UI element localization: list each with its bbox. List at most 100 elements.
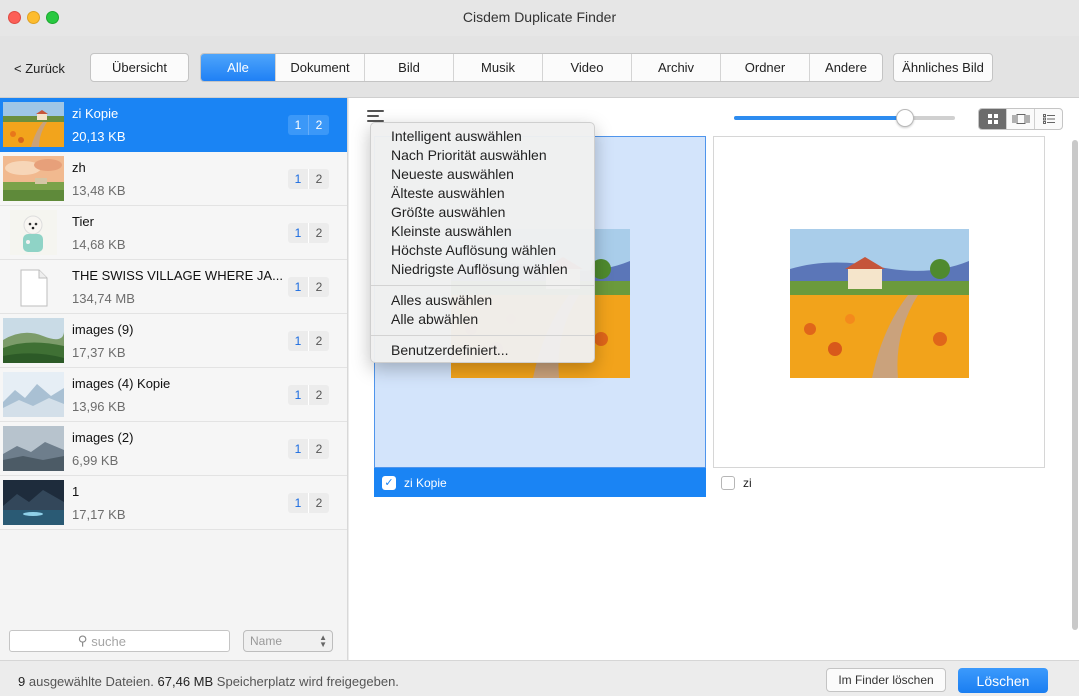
- file-size: 13,96 KB: [72, 399, 126, 414]
- menu-item-newest[interactable]: Neueste auswählen: [371, 165, 594, 184]
- file-size: 14,68 KB: [72, 237, 126, 252]
- toolbar: < Zurück Übersicht Alle Dokument Bild Mu…: [0, 36, 1079, 98]
- tab-musik[interactable]: Musik: [454, 54, 543, 81]
- file-size: 13,48 KB: [72, 183, 126, 198]
- duplicate-count-badge: 12: [288, 169, 329, 189]
- duplicate-count-badge: 12: [288, 439, 329, 459]
- title-bar: Cisdem Duplicate Finder: [0, 0, 1079, 36]
- search-field[interactable]: ⚲: [9, 630, 230, 652]
- menu-item-smallest[interactable]: Kleinste auswählen: [371, 222, 594, 241]
- file-name: images (4) Kopie: [72, 376, 171, 391]
- menu-item-lowest-resolution[interactable]: Niedrigste Auflösung wählen: [371, 260, 594, 279]
- list-item[interactable]: Tier 14,68 KB 12: [0, 206, 347, 260]
- list-item[interactable]: images (2) 6,99 KB 12: [0, 422, 347, 476]
- freed-space: 67,46 MB: [157, 674, 214, 689]
- status-bar: 9 ausgewählte Dateien. 67,46 MB Speicher…: [0, 660, 1079, 696]
- menu-item-priority[interactable]: Nach Priorität auswählen: [371, 146, 594, 165]
- menu-item-intelligent[interactable]: Intelligent auswählen: [371, 127, 594, 146]
- list-item[interactable]: images (4) Kopie 13,96 KB 12: [0, 368, 347, 422]
- card-caption: zi: [713, 468, 1045, 497]
- freed-space-label: Speicherplatz wird freigegeben.: [216, 674, 399, 689]
- menu-item-select-all[interactable]: Alles auswählen: [371, 291, 594, 310]
- card-file-name: zi: [743, 475, 752, 490]
- grid-view-icon[interactable]: [979, 109, 1007, 129]
- misty-mountains-icon: [3, 372, 64, 417]
- minimize-window-button[interactable]: [27, 11, 40, 24]
- close-window-button[interactable]: [8, 11, 21, 24]
- tab-dokument[interactable]: Dokument: [276, 54, 365, 81]
- file-name: zi Kopie: [72, 106, 119, 121]
- slider-fill: [734, 116, 902, 120]
- search-input[interactable]: [91, 633, 162, 649]
- menu-item-deselect-all[interactable]: Alle abwählen: [371, 310, 594, 329]
- menu-item-highest-resolution[interactable]: Höchste Auflösung wählen: [371, 241, 594, 260]
- menu-item-custom[interactable]: Benutzerdefiniert...: [371, 341, 594, 360]
- file-name: zh: [72, 160, 86, 175]
- preview-image: [790, 229, 969, 378]
- file-name: images (2): [72, 430, 134, 445]
- file-size: 17,37 KB: [72, 345, 126, 360]
- menu-item-oldest[interactable]: Älteste auswählen: [371, 184, 594, 203]
- card-file-name: zi Kopie: [404, 475, 447, 490]
- duplicate-count-badge: 12: [288, 115, 329, 135]
- document-icon: [20, 269, 48, 307]
- file-name: images (9): [72, 322, 134, 337]
- list-view-icon[interactable]: [1035, 109, 1062, 129]
- sort-select[interactable]: Name ▲ ▼: [243, 630, 333, 652]
- tab-video[interactable]: Video: [543, 54, 632, 81]
- list-item[interactable]: images (9) 17,37 KB 12: [0, 314, 347, 368]
- sort-value: Name: [250, 634, 283, 648]
- tab-bild[interactable]: Bild: [365, 54, 454, 81]
- duplicate-count-badge: 12: [288, 493, 329, 513]
- file-name: Tier: [72, 214, 94, 229]
- tab-archiv[interactable]: Archiv: [632, 54, 721, 81]
- tab-andere[interactable]: Andere: [810, 54, 882, 81]
- overview-button[interactable]: Übersicht: [90, 53, 189, 82]
- scrollbar-thumb[interactable]: [1072, 140, 1078, 630]
- menu-item-largest[interactable]: Größte auswählen: [371, 203, 594, 222]
- dog-icon: [10, 210, 57, 255]
- list-item[interactable]: 1 17,17 KB 12: [0, 476, 347, 530]
- status-text: 9 ausgewählte Dateien. 67,46 MB Speicher…: [18, 674, 399, 689]
- menu-separator: [371, 285, 594, 286]
- carousel-view-icon[interactable]: [1007, 109, 1035, 129]
- list-item[interactable]: zi Kopie 20,13 KB 12: [0, 98, 347, 152]
- delete-button[interactable]: Löschen: [958, 668, 1048, 693]
- similar-image-button[interactable]: Ähnliches Bild: [893, 53, 993, 82]
- thumbnail-size-slider[interactable]: [734, 109, 955, 127]
- zoom-window-button[interactable]: [46, 11, 59, 24]
- back-button[interactable]: < Zurück: [14, 61, 65, 76]
- category-tabs: Alle Dokument Bild Musik Video Archiv Or…: [200, 53, 883, 82]
- mountains-icon: [3, 426, 64, 471]
- file-name: 1: [72, 484, 80, 499]
- file-name: THE SWISS VILLAGE WHERE JA...: [72, 268, 282, 283]
- list-item[interactable]: zh 13,48 KB 12: [0, 152, 347, 206]
- duplicate-count-badge: 12: [288, 277, 329, 297]
- preview-card[interactable]: [713, 136, 1045, 468]
- file-size: 20,13 KB: [72, 129, 126, 144]
- checkbox-unchecked[interactable]: [721, 475, 735, 490]
- slider-knob[interactable]: [896, 109, 914, 127]
- tab-ordner[interactable]: Ordner: [721, 54, 810, 81]
- scrollbar[interactable]: [1071, 138, 1079, 630]
- hills-icon: [3, 318, 64, 363]
- delete-in-finder-button[interactable]: Im Finder löschen: [826, 668, 946, 692]
- duplicate-count-badge: 12: [288, 385, 329, 405]
- duplicate-count-badge: 12: [288, 223, 329, 243]
- search-icon: ⚲: [77, 633, 88, 648]
- night-lake-icon: [3, 480, 64, 525]
- landscape-flowers-icon: [3, 102, 64, 147]
- file-size: 17,17 KB: [72, 507, 126, 522]
- card-caption: ✓ zi Kopie: [374, 468, 706, 497]
- selected-label: ausgewählte Dateien.: [28, 674, 154, 689]
- checkbox-checked[interactable]: ✓: [382, 475, 396, 490]
- file-size: 134,74 MB: [72, 291, 135, 306]
- duplicate-count-badge: 12: [288, 331, 329, 351]
- window-title: Cisdem Duplicate Finder: [462, 9, 617, 25]
- menu-separator: [371, 335, 594, 336]
- tab-alle[interactable]: Alle: [201, 54, 276, 81]
- view-mode-switch: [978, 108, 1063, 130]
- file-size: 6,99 KB: [72, 453, 119, 468]
- list-item[interactable]: THE SWISS VILLAGE WHERE JA... 134,74 MB …: [0, 260, 347, 314]
- landscape-sky-icon: [3, 156, 64, 201]
